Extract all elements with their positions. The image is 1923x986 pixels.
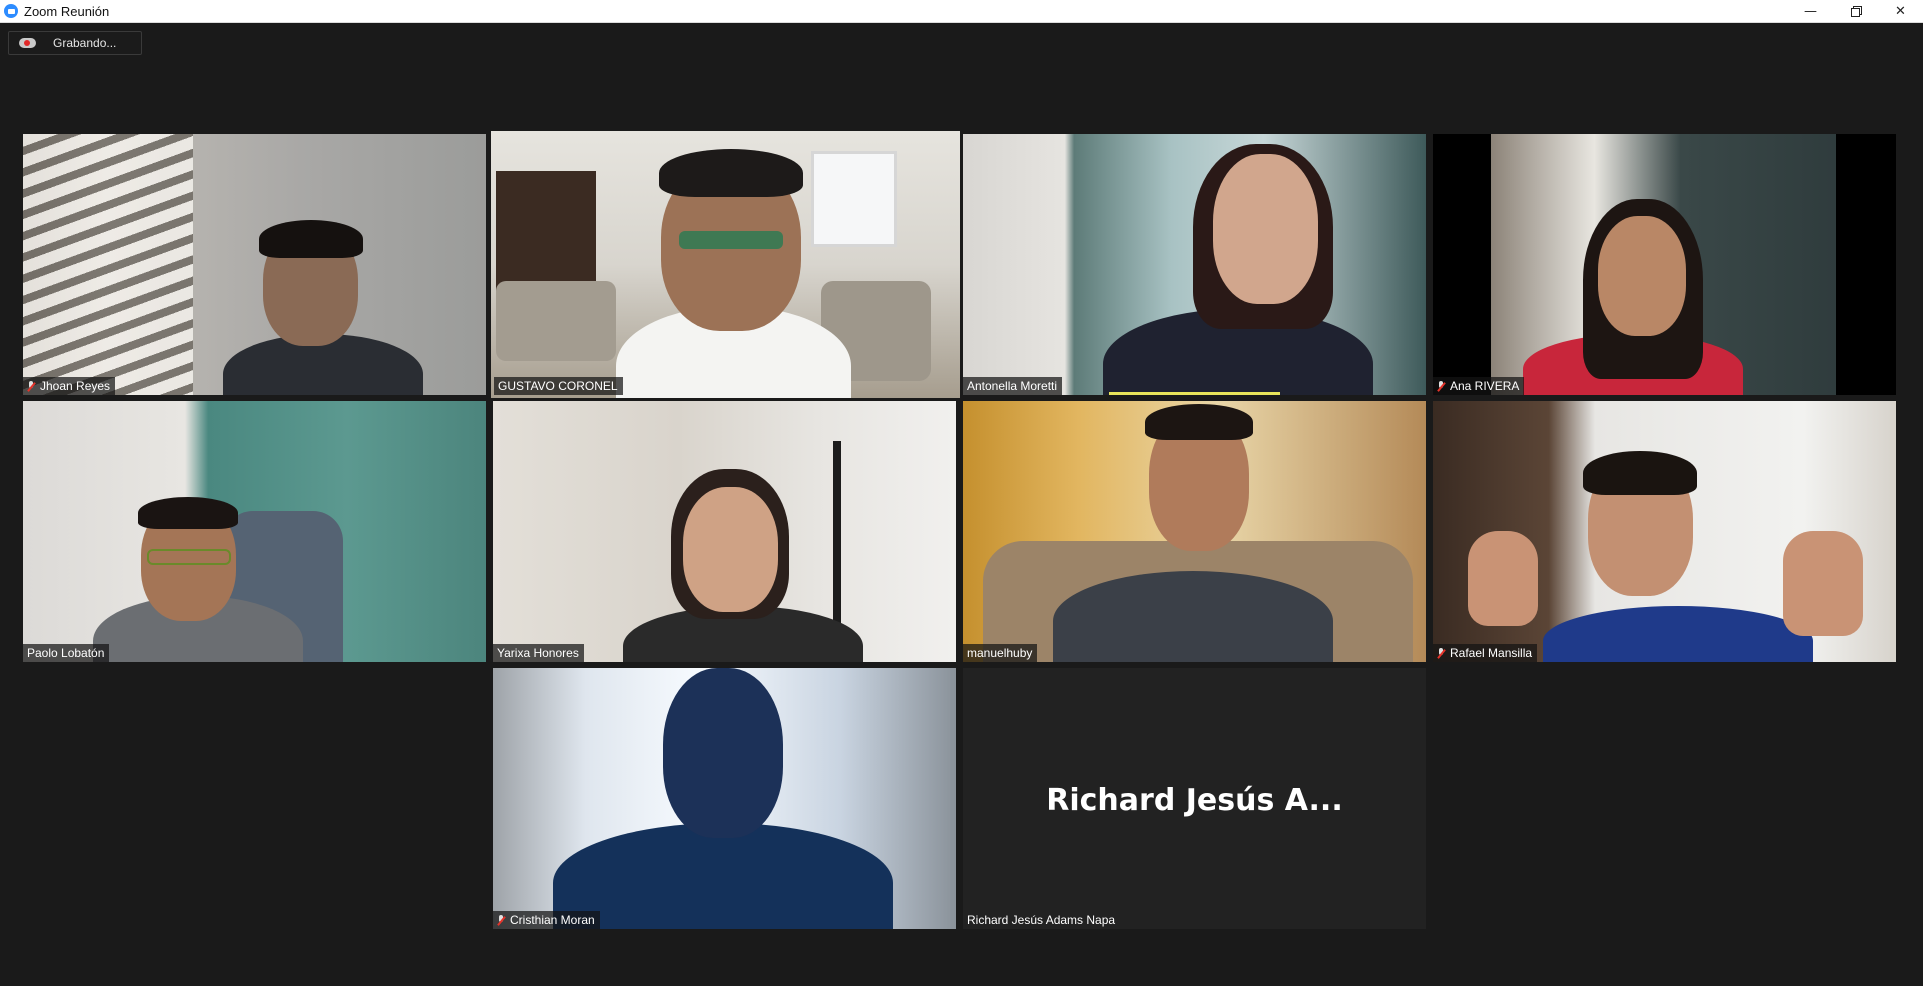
- participant-name: Yarixa Honores: [497, 646, 579, 660]
- video-tile[interactable]: manuelhuby: [963, 401, 1426, 662]
- window-titlebar: Zoom Reunión — ✕: [0, 0, 1923, 23]
- cloud-record-icon: [19, 38, 36, 48]
- glasses: [147, 549, 231, 565]
- video-tile-active-speaker[interactable]: GUSTAVO CORONEL: [491, 131, 960, 398]
- participant-name: Jhoan Reyes: [40, 379, 111, 393]
- participant-name-tag: Cristhian Moran: [493, 911, 600, 929]
- participant-name: Rafael Mansilla: [1450, 646, 1533, 660]
- person-head: [1213, 154, 1318, 304]
- zoom-logo-icon: [4, 4, 18, 18]
- restore-button[interactable]: [1833, 0, 1878, 22]
- participant-name-tag: Jhoan Reyes: [23, 377, 116, 395]
- person-hair: [259, 220, 363, 258]
- video-tile[interactable]: Antonella Moretti: [963, 134, 1426, 395]
- participant-name: Ana RIVERA: [1450, 379, 1520, 393]
- participant-name-tag: GUSTAVO CORONEL: [494, 377, 623, 395]
- participant-name-tag: manuelhuby: [963, 644, 1038, 662]
- window-controls: — ✕: [1788, 0, 1923, 22]
- muted-mic-icon: [1437, 380, 1445, 392]
- participant-display-name: Richard Jesús A...: [1046, 783, 1343, 818]
- sofa: [496, 281, 616, 361]
- person-torso: [1053, 571, 1333, 662]
- participant-name-tag: Rafael Mansilla: [1433, 644, 1538, 662]
- glasses: [679, 231, 783, 249]
- person-head: [1598, 216, 1686, 336]
- person-hair: [1583, 451, 1697, 495]
- person-head: [663, 668, 783, 838]
- recording-label: Grabando...: [53, 36, 117, 50]
- video-tile[interactable]: Jhoan Reyes: [23, 134, 486, 395]
- person-hair: [1145, 404, 1253, 440]
- thumbs-up-right: [1783, 531, 1863, 636]
- participant-name-tag: Paolo Lobatón: [23, 644, 110, 662]
- person-hair: [138, 497, 238, 529]
- video-tile-video-off[interactable]: Richard Jesús A... Richard Jesús Adams N…: [963, 668, 1426, 929]
- video-tile[interactable]: Ana RIVERA: [1433, 134, 1896, 395]
- participant-name: Cristhian Moran: [510, 913, 595, 927]
- muted-mic-icon: [1437, 647, 1445, 659]
- participant-name: Richard Jesús Adams Napa: [967, 913, 1116, 927]
- audio-level-bar: [1109, 392, 1280, 395]
- participant-name: GUSTAVO CORONEL: [498, 379, 618, 393]
- thumbs-up-left: [1468, 531, 1538, 626]
- recording-indicator[interactable]: Grabando...: [8, 31, 142, 55]
- participant-name: Antonella Moretti: [967, 379, 1058, 393]
- participant-name-tag: Ana RIVERA: [1433, 377, 1525, 395]
- window-blinds: [23, 134, 193, 395]
- video-tile[interactable]: Cristhian Moran: [493, 668, 956, 929]
- video-tile[interactable]: Yarixa Honores: [493, 401, 956, 662]
- close-button[interactable]: ✕: [1878, 0, 1923, 22]
- window-title: Zoom Reunión: [24, 3, 110, 19]
- participant-name-tag: Richard Jesús Adams Napa: [963, 911, 1120, 929]
- minimize-button[interactable]: —: [1788, 0, 1833, 22]
- participant-name: Paolo Lobatón: [27, 646, 105, 660]
- video-tile[interactable]: Paolo Lobatón: [23, 401, 486, 662]
- muted-mic-icon: [27, 380, 35, 392]
- video-tile[interactable]: Rafael Mansilla: [1433, 401, 1896, 662]
- person-hair: [659, 149, 803, 197]
- restore-icon: [1850, 6, 1862, 17]
- participant-name-tag: Yarixa Honores: [493, 644, 584, 662]
- room-window: [811, 151, 897, 247]
- participant-name: manuelhuby: [967, 646, 1033, 660]
- person-head: [683, 487, 778, 612]
- muted-mic-icon: [497, 914, 505, 926]
- participant-name-tag: Antonella Moretti: [963, 377, 1063, 395]
